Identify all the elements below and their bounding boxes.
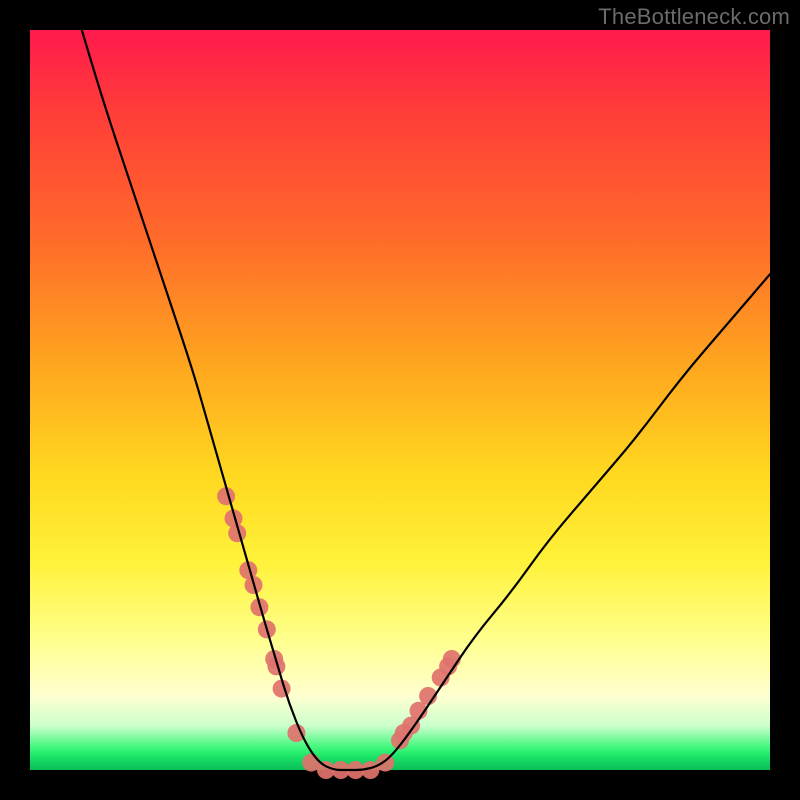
marker-dot bbox=[287, 724, 305, 742]
marker-layer bbox=[217, 487, 461, 779]
chart-frame: TheBottleneck.com bbox=[0, 0, 800, 800]
plot-area bbox=[30, 30, 770, 770]
bottleneck-curve-path bbox=[82, 30, 770, 770]
chart-svg bbox=[30, 30, 770, 770]
watermark-text: TheBottleneck.com bbox=[598, 4, 790, 30]
